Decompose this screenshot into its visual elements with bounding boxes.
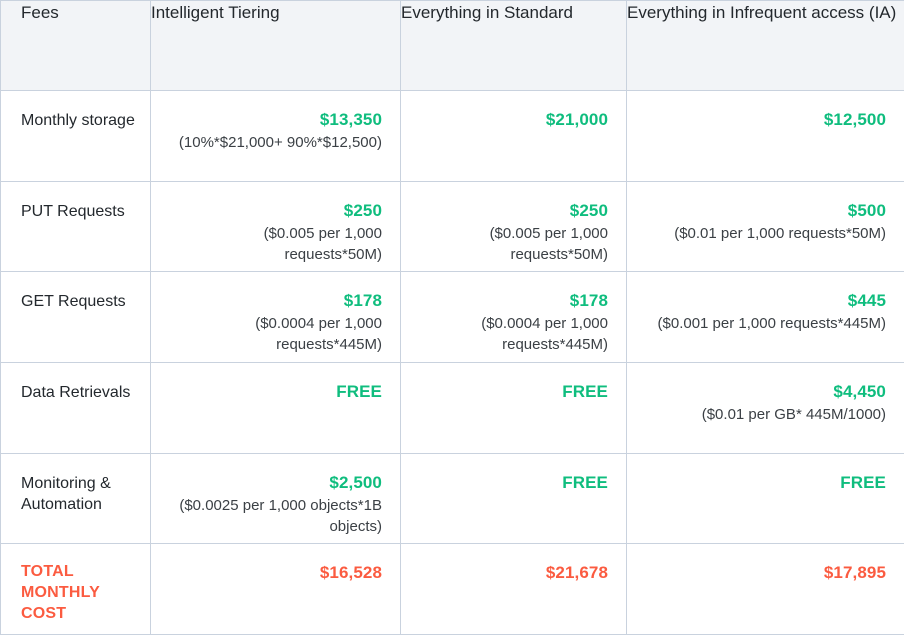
table-row: Monthly storage $13,350 (10%*$21,000+ 90…	[0, 90, 904, 182]
cell-everything-in-standard: $21,000	[400, 90, 627, 182]
fee-label: PUT Requests	[0, 180, 151, 273]
column-header-intelligent-tiering: Intelligent Tiering	[150, 0, 401, 91]
table-row: PUT Requests $250 ($0.005 per 1,000 requ…	[0, 180, 904, 273]
table-row: Monitoring & Automation $2,500 ($0.0025 …	[0, 452, 904, 545]
cell-amount: $16,528	[319, 563, 382, 583]
column-header-fees: Fees	[0, 0, 151, 91]
fee-label: GET Requests	[0, 271, 151, 363]
table-row: Data Retrievals FREE FREE $4,450 ($0.01 …	[0, 361, 904, 454]
cell-amount: $13,350	[319, 110, 382, 129]
table-row: GET Requests $178 ($0.0004 per 1,000 req…	[0, 271, 904, 363]
total-label: TOTAL MONTHLY COST	[0, 543, 151, 635]
cell-detail: ($0.01 per 1,000 requests*50M)	[674, 224, 886, 242]
cell-amount: $12,500	[823, 110, 886, 129]
cell-amount: FREE	[562, 472, 608, 492]
cell-amount: $21,000	[545, 110, 608, 129]
cell-intelligent-tiering: $250 ($0.005 per 1,000 requests*50M)	[150, 180, 401, 273]
total-everything-in-standard: $21,678	[400, 543, 627, 635]
table-header: Fees Intelligent Tiering Everything in S…	[0, 0, 904, 91]
cell-amount: FREE	[840, 472, 886, 492]
cell-everything-in-infrequent-access: $445 ($0.001 per 1,000 requests*445M)	[626, 271, 904, 363]
cell-amount: $17,895	[823, 563, 886, 583]
cell-detail: ($0.0004 per 1,000 requests*445M)	[481, 315, 608, 354]
cell-detail: (10%*$21,000+ 90%*$12,500)	[178, 134, 382, 151]
cell-everything-in-standard: FREE	[400, 452, 627, 545]
cell-everything-in-infrequent-access: $500 ($0.01 per 1,000 requests*50M)	[626, 180, 904, 273]
cell-detail: ($0.005 per 1,000 requests*50M)	[489, 224, 608, 263]
cell-detail: ($0.005 per 1,000 requests*50M)	[263, 224, 382, 263]
table-header-row: Fees Intelligent Tiering Everything in S…	[0, 0, 904, 91]
cell-intelligent-tiering: FREE	[150, 361, 401, 454]
cell-intelligent-tiering: $178 ($0.0004 per 1,000 requests*445M)	[150, 271, 401, 363]
cell-amount: FREE	[336, 381, 382, 401]
fee-label: Data Retrievals	[0, 361, 151, 454]
fee-label: Monthly storage	[0, 90, 151, 182]
cell-intelligent-tiering: $13,350 (10%*$21,000+ 90%*$12,500)	[150, 90, 401, 182]
cell-everything-in-standard: $178 ($0.0004 per 1,000 requests*445M)	[400, 271, 627, 363]
cell-amount: $250	[343, 200, 382, 220]
cell-amount: $445	[847, 291, 886, 311]
cell-amount: $4,450	[833, 381, 886, 401]
cell-detail: ($0.0025 per 1,000 objects*1B objects)	[179, 496, 382, 535]
table-body: Monthly storage $13,350 (10%*$21,000+ 90…	[0, 90, 904, 635]
cell-detail: ($0.001 per 1,000 requests*445M)	[657, 315, 886, 333]
cell-everything-in-standard: FREE	[400, 361, 627, 454]
cell-amount: $178	[569, 291, 608, 311]
cell-amount: $2,500	[329, 472, 382, 492]
column-header-everything-in-infrequent-access: Everything in Infrequent access (IA)	[626, 0, 904, 91]
cell-everything-in-infrequent-access: FREE	[626, 452, 904, 545]
cell-amount: $250	[569, 200, 608, 220]
cell-intelligent-tiering: $2,500 ($0.0025 per 1,000 objects*1B obj…	[150, 452, 401, 545]
column-header-everything-in-standard: Everything in Standard	[400, 0, 627, 91]
cell-detail: ($0.01 per GB* 445M/1000)	[701, 405, 886, 423]
cell-everything-in-standard: $250 ($0.005 per 1,000 requests*50M)	[400, 180, 627, 273]
cell-everything-in-infrequent-access: $4,450 ($0.01 per GB* 445M/1000)	[626, 361, 904, 454]
total-everything-in-infrequent-access: $17,895	[626, 543, 904, 635]
cell-everything-in-infrequent-access: $12,500	[626, 90, 904, 182]
pricing-comparison-table: Fees Intelligent Tiering Everything in S…	[0, 0, 904, 635]
table-row-total: TOTAL MONTHLY COST $16,528 $21,678 $17,8…	[0, 543, 904, 635]
cell-amount: $178	[343, 291, 382, 311]
cell-amount: $500	[847, 200, 886, 220]
cell-amount: $21,678	[545, 563, 608, 583]
fee-label: Monitoring & Automation	[0, 452, 151, 545]
cell-detail: ($0.0004 per 1,000 requests*445M)	[255, 315, 382, 354]
cell-amount: FREE	[562, 381, 608, 401]
total-intelligent-tiering: $16,528	[150, 543, 401, 635]
